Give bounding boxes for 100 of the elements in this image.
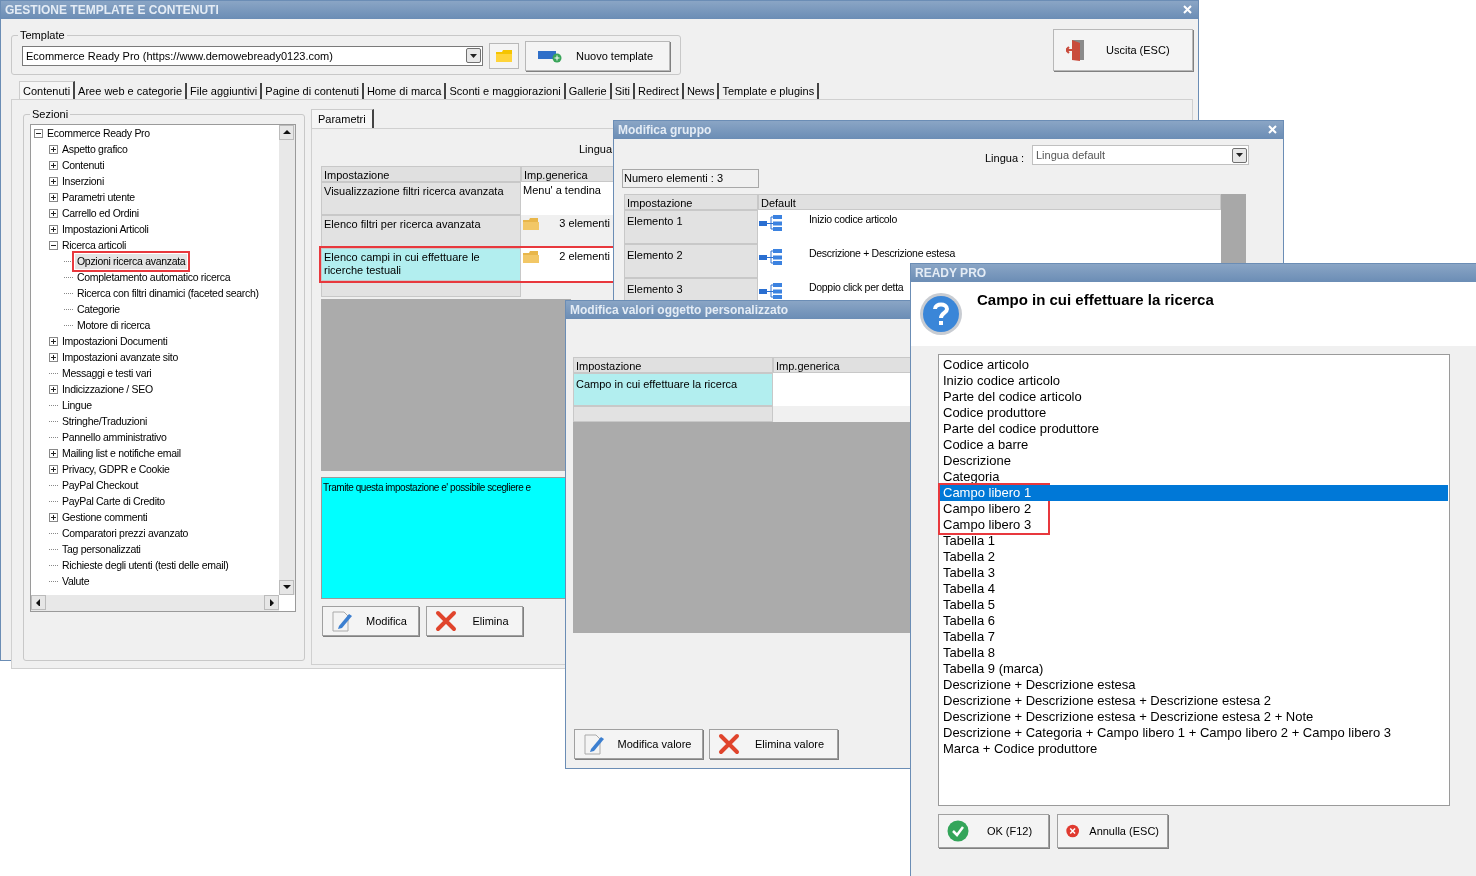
scroll-button[interactable] xyxy=(279,124,294,140)
expand-icon[interactable] xyxy=(49,337,58,346)
template-combo[interactable]: Ecommerce Ready Pro (https://www.demowebready0123.com) xyxy=(22,45,483,66)
exit-button[interactable]: Uscita (ESC) xyxy=(1053,29,1193,71)
list-option[interactable]: Campo libero 3 xyxy=(940,517,1448,533)
tree-item[interactable]: Ricerca con filtri dinamici (faceted search) xyxy=(75,285,261,302)
tree-item[interactable]: Opzioni ricerca avanzata xyxy=(75,253,188,270)
table-cell[interactable]: Elenco filtri per ricerca avanzata xyxy=(321,215,521,248)
list-option[interactable]: Descrizione + Descrizione estesa + Descrizione estesa 2 xyxy=(940,693,1448,709)
collapse-icon[interactable] xyxy=(49,241,58,250)
tree-item[interactable]: Valute xyxy=(60,573,92,590)
tree-item[interactable]: Tag personalizzati xyxy=(60,541,143,558)
dialog-heading: Campo in cui effettuare la ricerca xyxy=(977,290,1214,310)
list-option[interactable]: Inizio codice articolo xyxy=(940,373,1448,389)
list-option[interactable]: Categoria xyxy=(940,469,1448,485)
tree-item[interactable]: Ricerca articoli xyxy=(60,237,129,254)
expand-icon[interactable] xyxy=(49,449,58,458)
list-option[interactable]: Codice produttore xyxy=(940,405,1448,421)
tree-item[interactable]: Carrello ed Ordini xyxy=(60,205,141,222)
tree-item[interactable]: Contenuti xyxy=(60,157,107,174)
list-option[interactable]: Descrizione + Categoria + Campo libero 1 + Campo libero 2 + Campo libero 3 xyxy=(940,725,1448,741)
list-option[interactable]: Parte del codice produttore xyxy=(940,421,1448,437)
list-option[interactable]: Tabella 1 xyxy=(940,533,1448,549)
action-button[interactable]: Elimina valore xyxy=(709,729,838,759)
list-option[interactable]: Descrizione xyxy=(940,453,1448,469)
tree-item[interactable]: Impostazioni Articoli xyxy=(60,221,151,238)
tree-item[interactable]: Lingue xyxy=(60,397,94,414)
action-button[interactable]: Modifica valore xyxy=(574,729,703,759)
language-combo[interactable]: Lingua default xyxy=(1032,145,1249,165)
new-template-button[interactable]: Nuovo template xyxy=(525,40,670,71)
list-option[interactable]: Tabella 2 xyxy=(940,549,1448,565)
tab[interactable]: Parametri xyxy=(311,109,374,128)
tree-item[interactable]: Parametri utente xyxy=(60,189,137,206)
list-option[interactable]: Tabella 7 xyxy=(940,629,1448,645)
expand-icon[interactable] xyxy=(49,145,58,154)
caret-icon xyxy=(1236,153,1243,157)
expand-icon[interactable] xyxy=(49,513,58,522)
table-cell[interactable]: Menu' a tendina xyxy=(521,182,616,215)
list-option[interactable]: Tabella 4 xyxy=(940,581,1448,597)
tree-item[interactable]: Richieste degli utenti (testi delle email) xyxy=(60,557,231,574)
dropdown-button[interactable] xyxy=(1232,147,1247,163)
list-option[interactable]: Campo libero 1 xyxy=(940,485,1448,501)
scroll-button[interactable] xyxy=(31,594,46,610)
table-cell[interactable]: Elenco campi in cui effettuare le ricerche testuali xyxy=(321,248,521,281)
list-option[interactable]: Tabella 3 xyxy=(940,565,1448,581)
collapse-icon[interactable] xyxy=(34,129,43,138)
expand-icon[interactable] xyxy=(49,225,58,234)
tree-item[interactable]: Categorie xyxy=(75,301,122,318)
expand-icon[interactable] xyxy=(49,353,58,362)
list-option[interactable]: Tabella 6 xyxy=(940,613,1448,629)
list-option[interactable]: Marca + Codice produttore xyxy=(940,741,1448,757)
tree-item[interactable]: Messaggi e testi vari xyxy=(60,365,154,382)
list-option[interactable]: Tabella 5 xyxy=(940,597,1448,613)
list-option[interactable]: Campo libero 2 xyxy=(940,501,1448,517)
tree-item[interactable]: Inserzioni xyxy=(60,173,106,190)
close-icon[interactable] xyxy=(1268,125,1277,134)
tree-item[interactable]: Aspetto grafico xyxy=(60,141,130,158)
tree-item[interactable]: Pannello amministrativo xyxy=(60,429,169,446)
expand-icon[interactable] xyxy=(49,209,58,218)
expand-icon[interactable] xyxy=(49,385,58,394)
tree-item[interactable]: PayPal Carte di Credito xyxy=(60,493,167,510)
tree-item[interactable]: Impostazioni avanzate sito xyxy=(60,349,180,366)
action-button[interactable]: Modifica xyxy=(322,606,419,636)
action-button[interactable]: Elimina xyxy=(426,606,523,636)
list-option[interactable]: Tabella 8 xyxy=(940,645,1448,661)
table-cell[interactable]: Visualizzazione filtri ricerca avanzata xyxy=(321,182,521,215)
list-option[interactable]: Codice articolo xyxy=(940,357,1448,373)
tree-item[interactable]: Completamento automatico ricerca xyxy=(75,269,233,286)
list-option[interactable]: Parte del codice articolo xyxy=(940,389,1448,405)
close-icon[interactable] xyxy=(1183,5,1192,14)
expand-icon[interactable] xyxy=(49,161,58,170)
expand-icon[interactable] xyxy=(49,465,58,474)
tree-item[interactable]: Mailing list e notifiche email xyxy=(60,445,183,462)
action-button[interactable]: OK (F12) xyxy=(938,814,1049,848)
tree-item[interactable]: Indicizzazione / SEO xyxy=(60,381,155,398)
list-option[interactable]: Codice a barre xyxy=(940,437,1448,453)
tree-item[interactable]: Comparatori prezzi avanzato xyxy=(60,525,191,542)
dropdown-button[interactable] xyxy=(466,48,481,64)
scroll-button[interactable] xyxy=(264,594,279,610)
value-cell[interactable] xyxy=(773,373,911,406)
vertical-scrollbar[interactable] xyxy=(279,124,295,595)
expand-icon[interactable] xyxy=(49,177,58,186)
action-button[interactable]: Annulla (ESC) xyxy=(1057,814,1168,848)
list-option[interactable]: Descrizione + Descrizione estesa xyxy=(940,677,1448,693)
table-cell[interactable]: Campo in cui effettuare la ricerca xyxy=(573,373,773,406)
tree-item[interactable]: Motore di ricerca xyxy=(75,317,153,334)
list-option[interactable]: Tabella 9 (marca) xyxy=(940,661,1448,677)
tree-item[interactable]: Gestione commenti xyxy=(60,509,150,526)
expand-icon[interactable] xyxy=(49,193,58,202)
horizontal-scrollbar[interactable] xyxy=(31,594,279,611)
tree-item[interactable]: Impostazioni Documenti xyxy=(60,333,170,350)
scroll-button[interactable] xyxy=(279,579,294,595)
tree-item[interactable]: PayPal Checkout xyxy=(60,477,141,494)
list-option[interactable]: Descrizione + Descrizione estesa + Descrizione estesa 2 + Note xyxy=(940,709,1448,725)
tree-item[interactable]: Privacy, GDPR e Cookie xyxy=(60,461,172,478)
tree-item[interactable]: Stringhe/Traduzioni xyxy=(60,413,149,430)
tree-item[interactable]: Ecommerce Ready Pro xyxy=(45,125,152,142)
table-cell[interactable]: 2 elementi xyxy=(521,248,616,281)
tree-connector xyxy=(49,533,58,534)
folder-icon xyxy=(523,250,539,264)
